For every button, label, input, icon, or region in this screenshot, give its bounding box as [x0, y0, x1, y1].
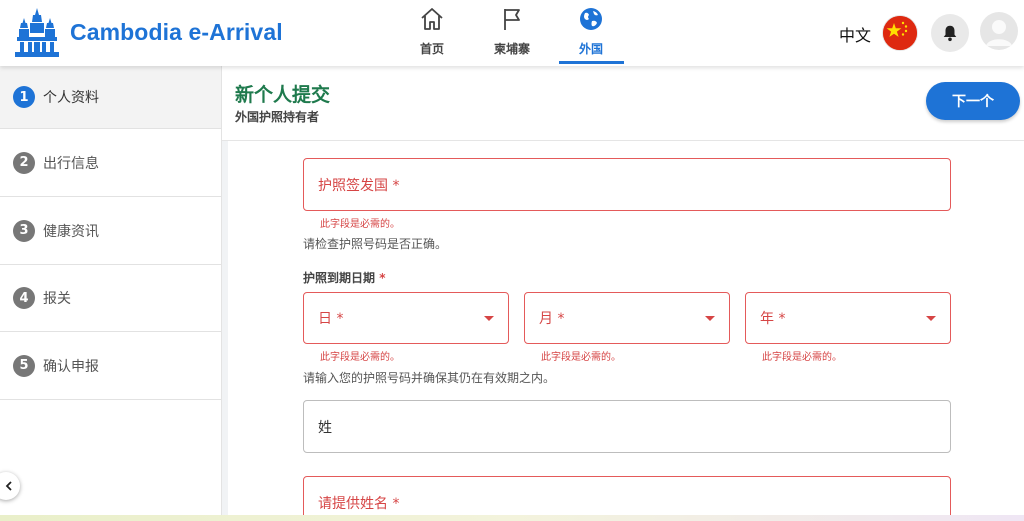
- step-health-info[interactable]: 3 健康资讯: [0, 197, 221, 265]
- bottom-strip: [0, 515, 1024, 521]
- surname-placeholder: 姓: [318, 419, 332, 436]
- surname-input[interactable]: 姓: [303, 400, 951, 453]
- personal-info-form: 护照签发国 * 此字段是必需的。 请检查护照号码是否正确。 护照到期日期 * 日…: [228, 141, 1024, 521]
- given-name-placeholder: 请提供姓名 *: [318, 495, 400, 512]
- user-avatar-icon[interactable]: [980, 12, 1018, 50]
- step-label: 确认申报: [43, 358, 99, 375]
- nav-cambodia[interactable]: 柬埔寨: [480, 6, 544, 64]
- steps-sidebar: 1 个人资料 2 出行信息 3 健康资讯 4 报关 5 确认申报: [0, 66, 222, 521]
- globe-icon: [580, 8, 602, 30]
- nav-foreign[interactable]: 外国: [559, 6, 623, 64]
- required-mark: *: [379, 271, 386, 285]
- caret-down-icon: [926, 316, 936, 321]
- caret-down-icon: [484, 316, 494, 321]
- china-flag-icon[interactable]: [883, 16, 917, 50]
- brand-logo[interactable]: Cambodia e-Arrival: [14, 6, 283, 58]
- expiry-month-placeholder: 月 *: [539, 311, 565, 327]
- language-label[interactable]: 中文: [839, 22, 871, 46]
- caret-down-icon: [705, 316, 715, 321]
- expiry-day-error: 此字段是必需的。: [320, 352, 400, 363]
- expiry-day-placeholder: 日 *: [318, 311, 344, 327]
- step-number: 2: [13, 151, 35, 174]
- nav-home-label: 首页: [419, 42, 444, 56]
- next-button[interactable]: 下一个: [926, 82, 1020, 120]
- active-nav-indicator: [559, 61, 624, 64]
- expiry-year-select[interactable]: 年 *: [745, 292, 951, 344]
- step-label: 报关: [43, 291, 71, 307]
- nav-foreign-label: 外国: [578, 42, 603, 56]
- step-number: 3: [13, 219, 35, 242]
- step-label: 出行信息: [43, 155, 99, 172]
- page-title-bar: 新个人提交 外国护照持有者 下一个: [222, 66, 1024, 141]
- issuing-country-placeholder: 护照签发国 *: [318, 177, 400, 194]
- flag-icon: [504, 9, 520, 30]
- step-number: 5: [13, 354, 35, 377]
- step-confirm[interactable]: 5 确认申报: [0, 332, 221, 400]
- expiry-date-label: 护照到期日期 *: [303, 269, 385, 286]
- top-header: Cambodia e-Arrival 首页 柬埔寨 外国 中文: [0, 0, 1024, 66]
- nav-home[interactable]: 首页: [400, 6, 464, 64]
- expiry-date-label-text: 护照到期日期: [303, 271, 376, 285]
- step-customs[interactable]: 4 报关: [0, 265, 221, 332]
- step-personal-info[interactable]: 1 个人资料: [0, 66, 221, 129]
- issuing-country-hint: 请检查护照号码是否正确。: [303, 237, 448, 251]
- expiry-month-error: 此字段是必需的。: [541, 352, 621, 363]
- expiry-year-placeholder: 年 *: [760, 311, 786, 327]
- chevron-left-icon: [5, 481, 12, 491]
- page-title: 新个人提交: [235, 84, 331, 106]
- step-label: 健康资讯: [43, 223, 99, 240]
- issuing-country-error: 此字段是必需的。: [320, 219, 400, 230]
- step-number: 1: [13, 86, 35, 108]
- step-label: 个人资料: [43, 90, 99, 106]
- brand-name: Cambodia e-Arrival: [70, 18, 283, 45]
- angkor-emblem-icon: [15, 8, 59, 57]
- expiry-month-select[interactable]: 月 *: [524, 292, 730, 344]
- page-subtitle: 外国护照持有者: [235, 110, 320, 124]
- bell-icon: [943, 25, 957, 42]
- issuing-country-select[interactable]: 护照签发国 *: [303, 158, 951, 211]
- expiry-day-select[interactable]: 日 *: [303, 292, 509, 344]
- step-number: 4: [13, 287, 35, 309]
- expiry-date-hint: 请输入您的护照号码并确保其仍在有效期之内。: [303, 371, 556, 385]
- expiry-year-error: 此字段是必需的。: [762, 352, 842, 363]
- notifications-button[interactable]: [931, 14, 969, 52]
- nav-cambodia-label: 柬埔寨: [493, 42, 530, 56]
- home-icon: [421, 8, 443, 30]
- step-travel-info[interactable]: 2 出行信息: [0, 129, 221, 197]
